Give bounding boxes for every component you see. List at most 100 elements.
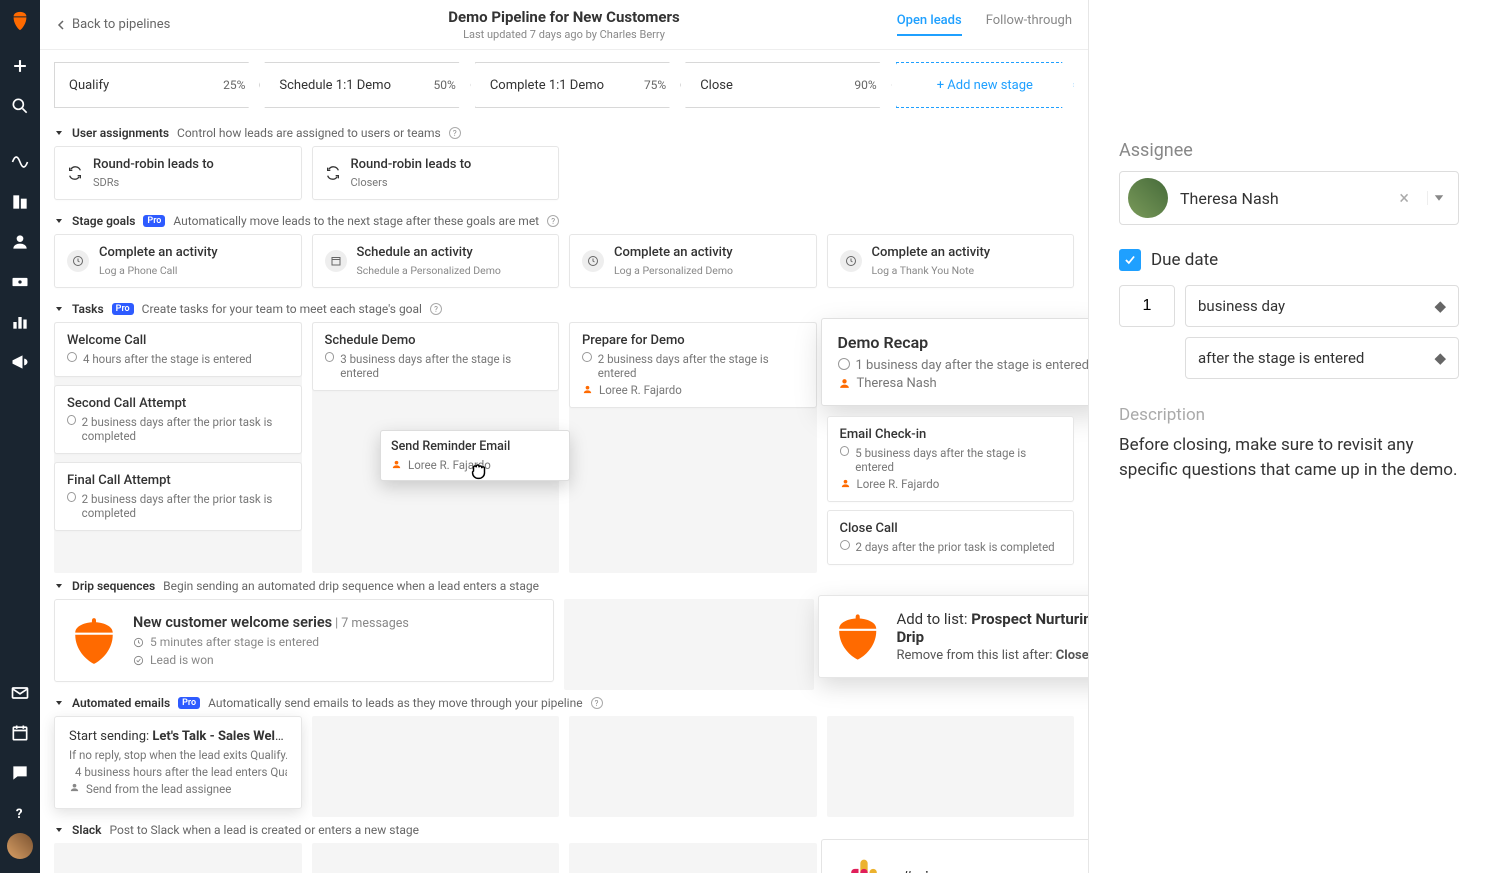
- task-card-selected[interactable]: Demo Recap 1 business day after the stag…: [821, 318, 1090, 406]
- check-icon: [133, 655, 144, 666]
- nav-search-icon[interactable]: [10, 96, 30, 116]
- page-subtitle: Last updated 7 days ago by Charles Berry: [448, 28, 679, 41]
- nav-people-icon[interactable]: [10, 232, 30, 252]
- nav-companies-icon[interactable]: [10, 192, 30, 212]
- slack-card[interactable]: #wins: [821, 839, 1090, 873]
- chevron-down-icon: [54, 304, 64, 314]
- clock-icon: [582, 352, 592, 362]
- activity-icon: [582, 250, 604, 272]
- goal-card[interactable]: Schedule an activitySchedule a Personali…: [312, 234, 560, 288]
- chevron-down-icon: [54, 216, 64, 226]
- assignee-dropdown-button[interactable]: [1427, 191, 1450, 205]
- assignee-select[interactable]: Theresa Nash ×: [1119, 171, 1459, 225]
- chevron-down-icon: [54, 581, 64, 591]
- stage-bar: Qualify25% Schedule 1:1 Demo50% Complete…: [40, 50, 1088, 120]
- auto-email-card[interactable]: Start sending: Let's Talk - Sales Welc..…: [54, 716, 302, 809]
- help-icon[interactable]: ?: [430, 303, 442, 315]
- due-date-label: Due date: [1151, 250, 1218, 270]
- user-icon: [838, 377, 851, 390]
- pro-badge: Pro: [112, 303, 134, 315]
- user-icon: [391, 459, 402, 470]
- nav-reports-icon[interactable]: [10, 312, 30, 332]
- top-bar: Back to pipelines Demo Pipeline for New …: [40, 0, 1088, 50]
- acorn-icon: [69, 616, 119, 666]
- task-card[interactable]: Prepare for Demo2 business days after th…: [569, 322, 817, 408]
- due-number-input[interactable]: [1119, 285, 1175, 327]
- chevron-down-icon: [54, 128, 64, 138]
- stage-close[interactable]: Close90%: [685, 62, 891, 108]
- drip-card[interactable]: New customer welcome series | 7 messages…: [54, 599, 554, 682]
- pro-badge: Pro: [178, 697, 200, 709]
- assignment-card[interactable]: Round-robin leads toClosers: [312, 146, 560, 200]
- clock-icon: [325, 352, 335, 362]
- task-card[interactable]: Welcome Call4 hours after the stage is e…: [54, 322, 302, 377]
- round-robin-icon: [325, 165, 341, 181]
- svg-text:?: ?: [16, 807, 23, 822]
- grab-cursor-icon: [468, 460, 490, 482]
- section-auto-emails[interactable]: Automated emails Pro Automatically send …: [40, 690, 1088, 716]
- user-icon: [840, 478, 851, 489]
- clock-icon: [133, 637, 144, 648]
- drip-add-card[interactable]: Add to list: Prospect Nurturing Drip Rem…: [818, 595, 1089, 678]
- user-avatar[interactable]: [7, 833, 33, 859]
- nav-chat-icon[interactable]: [10, 763, 30, 783]
- add-stage-button[interactable]: + Add new stage: [896, 62, 1074, 108]
- goal-card[interactable]: Complete an activityLog a Personalized D…: [569, 234, 817, 288]
- nav-mail-icon[interactable]: [10, 683, 30, 703]
- task-card[interactable]: Final Call Attempt2 business days after …: [54, 462, 302, 531]
- description-label: Description: [1119, 405, 1459, 425]
- clock-icon: [67, 352, 77, 362]
- due-unit-select[interactable]: business day◆: [1185, 285, 1459, 327]
- chevron-down-icon: [54, 825, 64, 835]
- round-robin-icon: [67, 165, 83, 181]
- help-icon[interactable]: ?: [449, 127, 461, 139]
- help-icon[interactable]: ?: [547, 215, 559, 227]
- clock-icon: [67, 415, 76, 425]
- due-when-select[interactable]: after the stage is entered◆: [1185, 337, 1459, 379]
- activity-icon: [840, 250, 862, 272]
- stage-complete-demo[interactable]: Complete 1:1 Demo75%: [475, 62, 681, 108]
- tab-follow-through[interactable]: Follow-through: [986, 13, 1072, 36]
- activity-icon: [67, 250, 89, 272]
- help-icon[interactable]: ?: [591, 697, 603, 709]
- clock-icon: [840, 446, 850, 456]
- detail-pane: Assignee Theresa Nash × Due date busines…: [1089, 0, 1489, 873]
- stage-schedule-demo[interactable]: Schedule 1:1 Demo50%: [264, 62, 470, 108]
- pro-badge: Pro: [143, 215, 165, 227]
- clock-icon: [67, 492, 76, 502]
- section-stage-goals[interactable]: Stage goals Pro Automatically move leads…: [40, 208, 1088, 234]
- nav-activity-icon[interactable]: [10, 152, 30, 172]
- assignment-card[interactable]: Round-robin leads toSDRs: [54, 146, 302, 200]
- app-logo-icon: [9, 10, 31, 32]
- nav-broadcast-icon[interactable]: [10, 352, 30, 372]
- back-link[interactable]: Back to pipelines: [56, 17, 170, 32]
- nav-help-icon[interactable]: ?: [10, 803, 30, 823]
- page-title: Demo Pipeline for New Customers: [448, 8, 679, 26]
- nav-calendar-icon[interactable]: [10, 723, 30, 743]
- due-date-checkbox[interactable]: [1119, 249, 1141, 271]
- task-card[interactable]: Second Call Attempt2 business days after…: [54, 385, 302, 454]
- user-icon: [582, 384, 593, 395]
- task-card[interactable]: Email Check-in5 business days after the …: [827, 416, 1075, 502]
- stage-qualify[interactable]: Qualify25%: [54, 62, 260, 108]
- goal-card[interactable]: Complete an activityLog a Phone Call: [54, 234, 302, 288]
- description-text[interactable]: Before closing, make sure to revisit any…: [1119, 433, 1459, 482]
- assignee-avatar: [1128, 178, 1168, 218]
- user-icon: [69, 782, 80, 793]
- calendar-icon: [325, 250, 347, 272]
- side-nav: ?: [0, 0, 40, 873]
- nav-add-icon[interactable]: [10, 56, 30, 76]
- clock-icon: [840, 540, 850, 550]
- slack-icon: [842, 856, 886, 873]
- chevron-down-icon: [54, 698, 64, 708]
- clock-icon: [838, 358, 850, 370]
- task-card[interactable]: Close Call2 days after the prior task is…: [827, 510, 1075, 565]
- assignee-label: Assignee: [1119, 140, 1459, 161]
- acorn-icon: [833, 612, 882, 662]
- clear-assignee-button[interactable]: ×: [1393, 188, 1415, 209]
- tab-open-leads[interactable]: Open leads: [897, 13, 962, 36]
- section-user-assignments[interactable]: User assignments Control how leads are a…: [40, 120, 1088, 146]
- task-card[interactable]: Schedule Demo3 business days after the s…: [312, 322, 560, 391]
- nav-money-icon[interactable]: [10, 272, 30, 292]
- goal-card[interactable]: Complete an activityLog a Thank You Note: [827, 234, 1075, 288]
